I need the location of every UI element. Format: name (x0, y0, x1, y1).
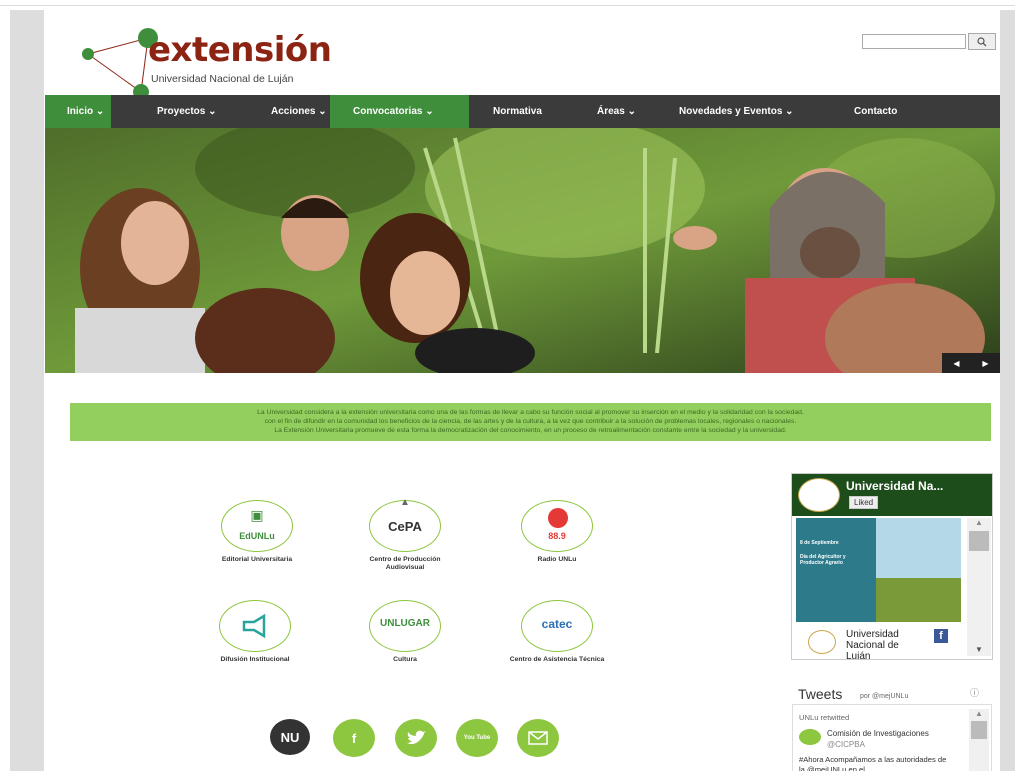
chevron-up-icon[interactable]: ▲ (969, 709, 989, 718)
cultura-logo-text: UNLUGAR (380, 618, 430, 629)
hero-slider[interactable]: ◀ ▶ (45, 128, 1000, 373)
fb-header: Universidad Na... Liked (792, 474, 992, 516)
fb-post-footer: Universidad Nacional de Luján f (796, 626, 961, 659)
chevron-down-icon[interactable]: ▼ (967, 645, 991, 654)
card-catec-label: Centro de Asistencia Técnica (509, 656, 605, 663)
facebook-small-icon: f (934, 629, 948, 643)
email-icon[interactable] (517, 719, 559, 757)
fb-scrollbar[interactable]: ▲ ▼ (967, 518, 991, 656)
fb-post-title: Día del Agricultor y Productor Agrario (800, 554, 846, 566)
nav-item-normativa[interactable]: Normativa (469, 95, 573, 128)
main-nav: Inicio ⌄ Proyectos ⌄ Acciones ⌄ Convocat… (45, 95, 1000, 128)
unlu-seal-small-icon (808, 630, 836, 654)
fb-post-panel (796, 518, 876, 622)
card-catec[interactable]: catec Centro de Asistencia Técnica (502, 600, 612, 664)
nu-icon[interactable]: NU (270, 719, 310, 755)
twitter-scroll-thumb[interactable] (971, 721, 987, 739)
logo-subtitle: Universidad Nacional de Luján (151, 73, 294, 85)
cultura-logo: UNLUGAR (369, 600, 441, 652)
twitter-timeline[interactable]: UNLu retwitted Comisión de Investigacion… (792, 704, 992, 771)
fb-post-image[interactable]: 8 de Septiembre Día del Agricultor y Pro… (796, 518, 961, 622)
nav-item-areas[interactable]: Áreas ⌄ (573, 95, 664, 128)
difusion-logo (219, 600, 291, 652)
twitter-bird-icon (407, 730, 426, 745)
card-cultura-label: Cultura (393, 656, 417, 663)
cicpba-avatar (799, 729, 821, 745)
tweet-account-handle[interactable]: @CICPBA (827, 740, 865, 749)
hero-photo (45, 128, 1000, 373)
fb-post-field (876, 578, 961, 622)
catec-logo-text: catec (541, 617, 573, 631)
hero-next-button[interactable]: ▶ (982, 359, 988, 368)
search-icon (977, 37, 987, 47)
radio-icon (548, 508, 568, 528)
nav-item-inicio[interactable]: Inicio ⌄ (45, 95, 111, 128)
logo-wordmark: extensión (148, 30, 332, 70)
nav-item-acciones[interactable]: Acciones ⌄ (223, 95, 330, 128)
banner-line-2: con el fin de difundir en la comunidad l… (264, 418, 797, 425)
fb-page-title[interactable]: Universidad Na... (846, 479, 943, 493)
twitter-scrollbar[interactable]: ▲ (969, 709, 989, 771)
left-gutter (0, 6, 10, 771)
lamp-icon: ▲ (400, 497, 410, 508)
tweet-account-name[interactable]: Comisión de Investigaciones (827, 729, 929, 738)
unlu-seal-icon (798, 478, 840, 512)
facebook-icon[interactable]: f (333, 719, 375, 757)
twitter-icon[interactable] (395, 719, 437, 757)
card-radio[interactable]: 88.9 Radio UNLu (502, 500, 612, 564)
left-margin-band (10, 10, 44, 771)
cepa-logo-text: CePA (388, 519, 422, 534)
nav-item-novedades[interactable]: Novedades y Eventos ⌄ (664, 95, 836, 128)
retweet-label: UNLu retwitted (799, 713, 850, 722)
card-cepa[interactable]: ▲ CePA Centro de Producción Audiovisual (350, 497, 460, 572)
nav-item-proyectos[interactable]: Proyectos ⌄ (111, 95, 223, 128)
envelope-icon (528, 731, 548, 745)
card-editorial-label: Editorial Universitaria (221, 556, 293, 563)
card-editorial[interactable]: ▣ EdUNLu Editorial Universitaria (202, 500, 312, 564)
book-icon: ▣ (250, 507, 264, 523)
site-logo[interactable]: extensión Universidad Nacional de Luján (78, 18, 338, 96)
banner-line-3: La Extensión Universitaria promueve de e… (274, 427, 787, 434)
cepa-logo: ▲ CePA (369, 497, 441, 552)
browser-top-strip (0, 0, 1015, 6)
fb-like-button[interactable]: Liked (849, 496, 879, 509)
fb-scroll-thumb[interactable] (969, 531, 989, 551)
search-input[interactable] (862, 34, 966, 49)
fb-post-sky (876, 518, 961, 578)
facebook-widget[interactable]: Universidad Na... Liked 8 de Septiembre … (791, 473, 993, 660)
logo-network-icon (82, 28, 158, 96)
tweets-title: Tweets (798, 686, 843, 702)
nav-item-convocatorias[interactable]: Convocatorias ⌄ (330, 95, 469, 128)
fb-post-date: 8 de Septiembre (800, 540, 839, 546)
right-margin-band (1000, 10, 1015, 771)
hero-controls: ◀ ▶ (942, 353, 1000, 373)
mission-banner: La Universidad considera a la extensión … (70, 403, 991, 441)
editorial-logo: ▣ EdUNLu (221, 500, 293, 552)
info-icon[interactable]: ⓘ (970, 686, 979, 699)
radio-logo: 88.9 (521, 500, 593, 552)
card-radio-label: Radio UNLu (537, 556, 577, 563)
editorial-logo-text: EdUNLu (239, 531, 275, 541)
card-difusion-label: Difusión Institucional (220, 656, 290, 663)
hero-prev-button[interactable]: ◀ (953, 359, 959, 368)
fb-post-author[interactable]: Universidad Nacional de Luján (846, 629, 920, 659)
tweets-by[interactable]: por @mejUNLu (860, 693, 908, 700)
tweet-text: #Ahora Acompañamos a las autoridades de … (799, 755, 947, 771)
card-difusion[interactable]: Difusión Institucional (200, 600, 310, 664)
banner-line-1: La Universidad considera a la extensión … (257, 409, 804, 416)
chevron-up-icon[interactable]: ▲ (967, 518, 991, 527)
radio-logo-text: 88.9 (548, 531, 566, 541)
youtube-icon[interactable]: You Tube (456, 719, 498, 757)
catec-logo: catec (521, 600, 593, 652)
search-button[interactable] (968, 33, 996, 50)
page: extensión Universidad Nacional de Luján … (44, 10, 1000, 771)
nav-item-contacto[interactable]: Contacto (836, 95, 932, 128)
card-cultura[interactable]: UNLUGAR Cultura (350, 600, 460, 664)
megaphone-icon (242, 613, 266, 639)
card-cepa-label: Centro de Producción Audiovisual (369, 556, 441, 571)
